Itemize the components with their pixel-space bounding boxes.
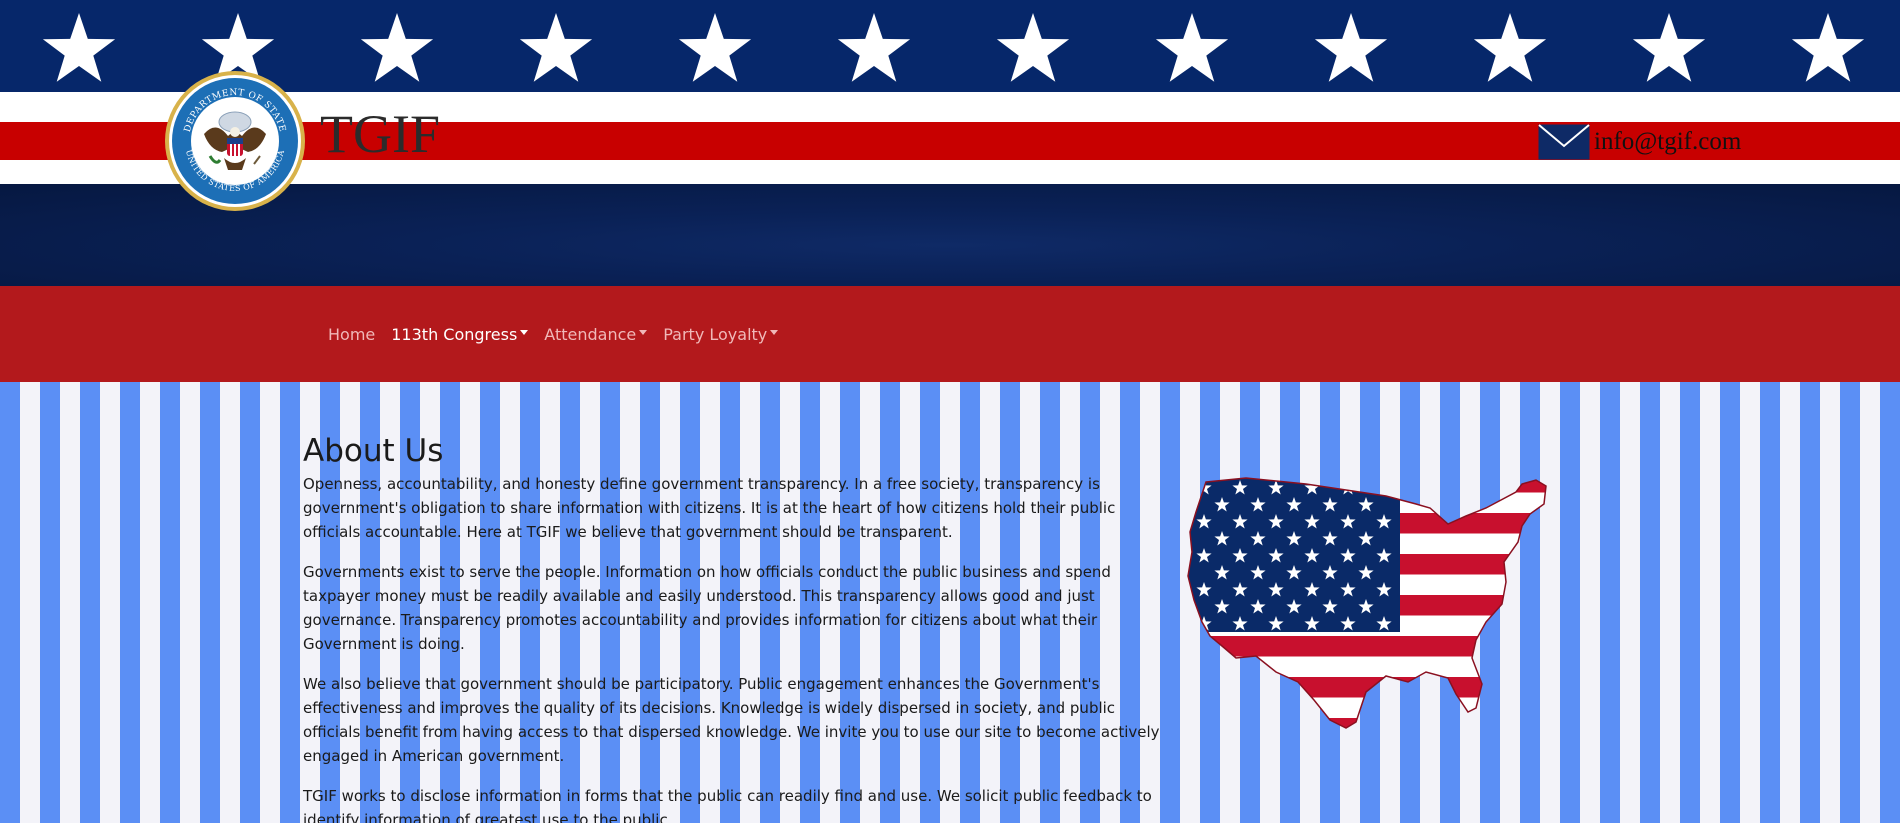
header-star-icon	[360, 13, 434, 82]
header-star-icon	[837, 13, 911, 82]
header-star-icon	[678, 13, 752, 82]
department-of-state-seal: DEPARTMENT OF STATE UNITED STATES OF AME…	[165, 71, 305, 211]
main-navbar: Home 113th Congress Attendance Party Loy…	[0, 286, 1900, 382]
about-paragraph-1: Openness, accountability, and honesty de…	[303, 475, 1116, 541]
caret-down-icon	[520, 329, 529, 335]
about-paragraph-3: We also believe that government should b…	[303, 675, 1160, 765]
header-star-icon	[1155, 13, 1229, 82]
header-star-icon	[1314, 13, 1388, 82]
nav-items: Home 113th Congress Attendance Party Loy…	[320, 286, 786, 382]
nav-party-loyalty-dropdown[interactable]: Party Loyalty	[655, 325, 786, 344]
main-content: About Us Openness, accountability, and h…	[0, 382, 1900, 823]
map-red-stripe	[1188, 677, 1546, 698]
header-star-icon	[1791, 13, 1865, 82]
about-paragraph-2: Governments exist to serve the people. I…	[303, 563, 1111, 653]
header-star-icon	[996, 13, 1070, 82]
nav-attendance-label: Attendance	[544, 324, 637, 344]
site-title: TGIF	[320, 104, 440, 164]
nav-113th-congress-dropdown[interactable]: 113th Congress	[383, 325, 536, 344]
email-contact[interactable]: info@tgif.com	[1538, 122, 1741, 162]
nav-113th-congress-label: 113th Congress	[391, 324, 518, 344]
map-red-stripe	[1188, 718, 1546, 728]
about-paragraph-4: TGIF works to disclose information in fo…	[303, 787, 1152, 823]
header-star-icon	[519, 13, 593, 82]
header-banner: DEPARTMENT OF STATE UNITED STATES OF AME…	[0, 0, 1900, 286]
caret-down-icon	[639, 329, 648, 335]
nav-attendance-dropdown[interactable]: Attendance	[536, 325, 655, 344]
map-star-icon	[1376, 480, 1392, 495]
header-star-icon	[1473, 13, 1547, 82]
nav-home[interactable]: Home	[320, 325, 383, 344]
usa-flag-map	[1187, 477, 1547, 729]
nav-party-loyalty-label: Party Loyalty	[663, 324, 768, 344]
nav-home-label: Home	[328, 324, 376, 344]
header-star-icon	[1632, 13, 1706, 82]
map-red-stripe	[1188, 636, 1546, 657]
about-heading: About Us	[303, 433, 444, 469]
caret-down-icon	[770, 329, 779, 335]
header-star-icon	[42, 13, 116, 82]
about-section: About Us Openness, accountability, and h…	[303, 432, 1163, 823]
email-address[interactable]: info@tgif.com	[1594, 127, 1741, 157]
envelope-icon	[1538, 124, 1590, 160]
